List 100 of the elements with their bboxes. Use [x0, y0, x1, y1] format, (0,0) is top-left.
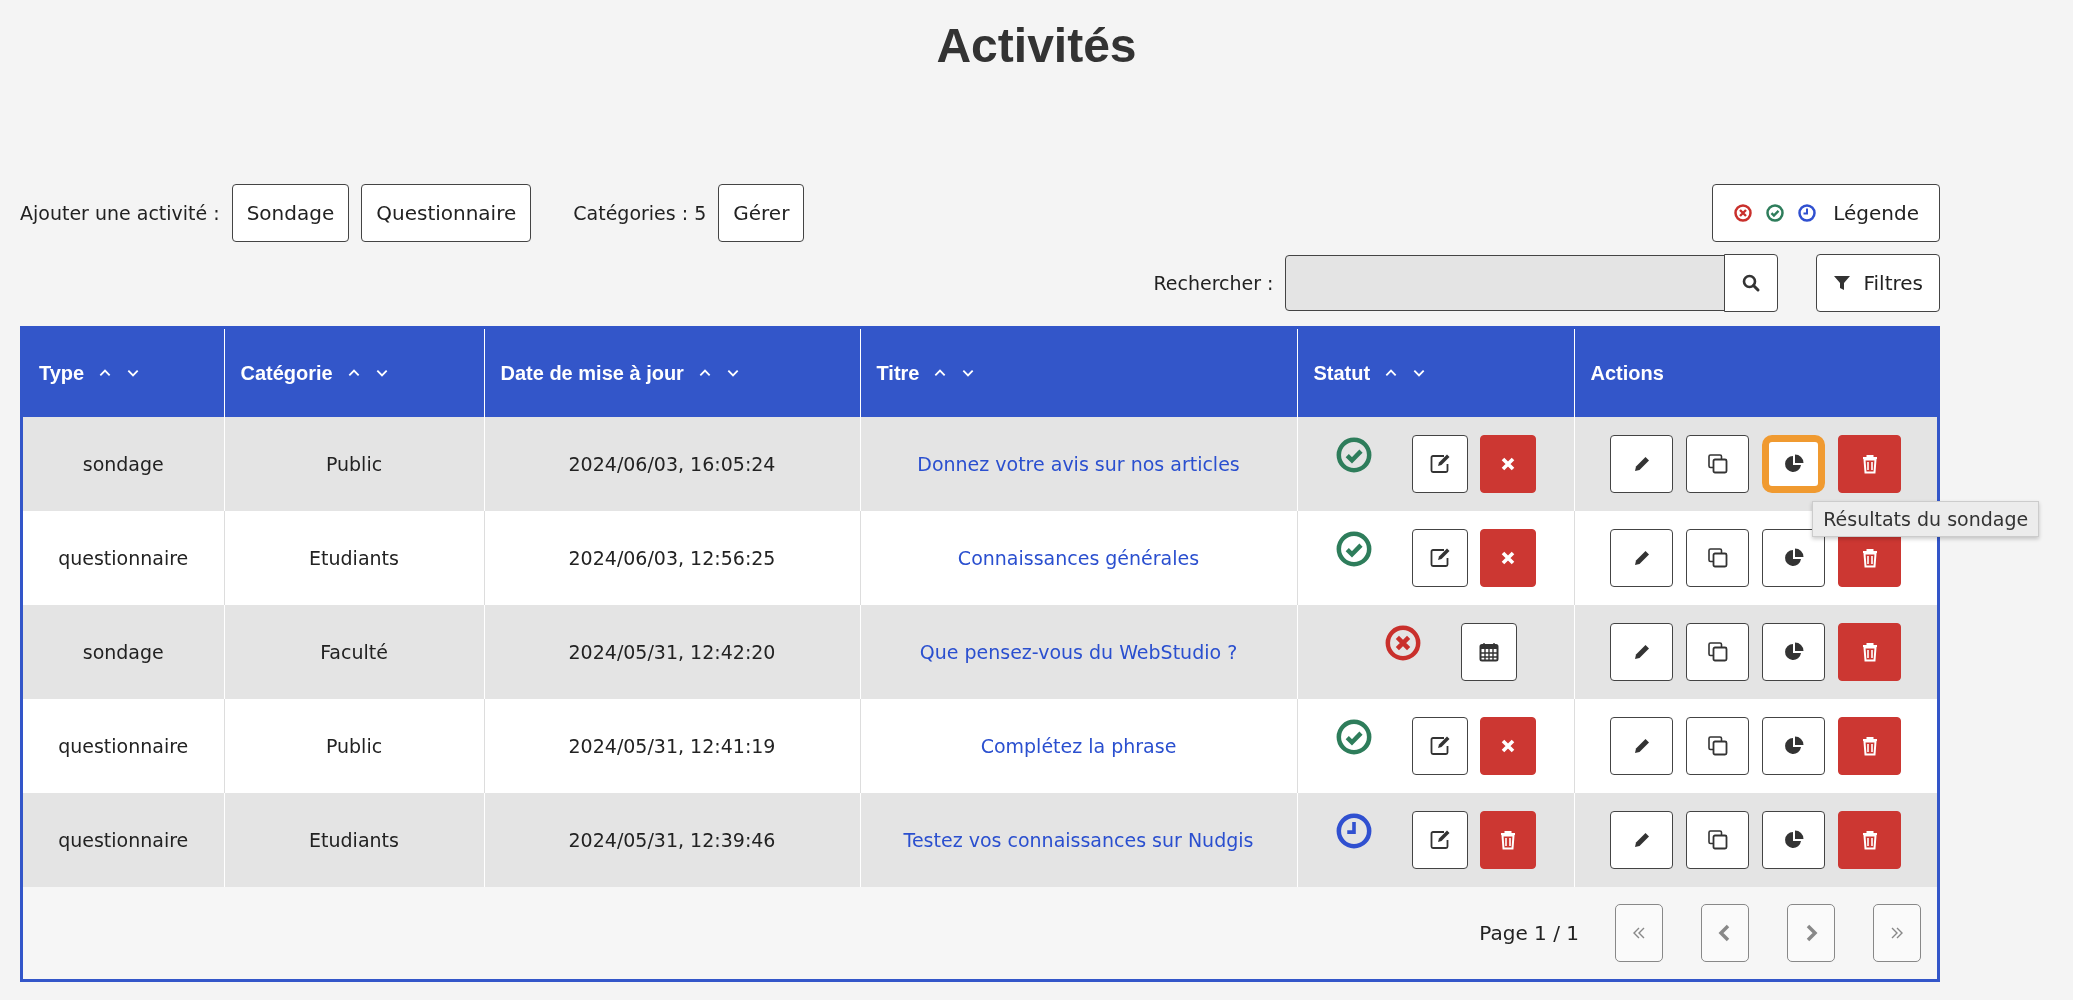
pie-chart-icon	[1782, 829, 1805, 851]
sort-ascending-icon[interactable]	[1384, 368, 1399, 378]
edit-button[interactable]	[1610, 811, 1674, 869]
sort-descending-icon[interactable]	[1412, 368, 1427, 378]
column-header[interactable]: Catégorie	[224, 329, 484, 417]
sort-descending-icon[interactable]	[126, 368, 141, 378]
next-page-button[interactable]	[1787, 904, 1835, 962]
check-circle-icon	[1765, 203, 1786, 223]
column-header[interactable]: Type	[23, 329, 224, 417]
add-activity-button[interactable]: Sondage	[231, 184, 350, 242]
check-circle-icon	[1335, 719, 1372, 755]
edit-button[interactable]	[1610, 529, 1674, 587]
copy-icon	[1706, 641, 1729, 663]
copy-button[interactable]	[1686, 623, 1750, 681]
cancel-button[interactable]	[1479, 529, 1536, 587]
sort-descending-icon[interactable]	[961, 368, 976, 378]
edit-icon	[1428, 453, 1451, 475]
column-header[interactable]: Statut	[1297, 329, 1574, 417]
calendar-icon	[1477, 641, 1500, 663]
copy-icon	[1706, 453, 1729, 475]
search-label: Rechercher :	[1153, 272, 1274, 294]
clock-icon	[1797, 203, 1818, 223]
search-icon	[1741, 273, 1762, 293]
search-field[interactable]	[1285, 255, 1726, 311]
activity-title-link[interactable]: Que pensez-vous du WebStudio ?	[919, 641, 1238, 663]
sort-descending-icon[interactable]	[374, 368, 389, 378]
edit-icon	[1428, 735, 1451, 757]
edit-icon	[1428, 547, 1451, 569]
sort-ascending-icon[interactable]	[346, 368, 361, 378]
table-cell: sondage	[82, 453, 164, 475]
pie-chart-icon	[1782, 735, 1805, 757]
delete-button[interactable]	[1479, 811, 1536, 869]
manage-button[interactable]: Gérer	[718, 184, 805, 242]
clock-icon	[1335, 813, 1372, 849]
tooltip: Résultats du sondage	[1812, 501, 2040, 537]
funnel-icon	[1833, 274, 1852, 292]
edit-button[interactable]	[1411, 435, 1468, 493]
table-cell: Public	[325, 735, 383, 757]
edit-button[interactable]	[1411, 811, 1468, 869]
pie-chart-icon	[1782, 641, 1805, 663]
activity-title-link[interactable]: Testez vos connaissances sur Nudgis	[903, 829, 1254, 851]
table-cell: questionnaire	[58, 735, 189, 757]
delete-button[interactable]	[1838, 623, 1902, 681]
cancel-button[interactable]	[1479, 435, 1536, 493]
edit-button[interactable]	[1610, 623, 1674, 681]
table-cell: questionnaire	[58, 829, 189, 851]
check-circle-icon	[1335, 531, 1372, 567]
results-button[interactable]	[1762, 811, 1826, 869]
add-activity-button[interactable]: Questionnaire	[361, 184, 532, 242]
results-button[interactable]	[1762, 717, 1826, 775]
legend-button[interactable]: Légende	[1712, 184, 1940, 242]
copy-button[interactable]	[1686, 811, 1750, 869]
first-page-button[interactable]	[1615, 904, 1663, 962]
table-cell: sondage	[82, 641, 164, 663]
edit-button[interactable]	[1411, 717, 1468, 775]
edit-button[interactable]	[1610, 717, 1674, 775]
table-cell: 2024/06/03, 16:05:24	[568, 453, 776, 475]
copy-button[interactable]	[1686, 717, 1750, 775]
results-button[interactable]	[1762, 529, 1826, 587]
sort-descending-icon[interactable]	[725, 368, 740, 378]
page-indicator: Page 1 / 1	[1479, 921, 1579, 945]
last-page-button[interactable]	[1873, 904, 1921, 962]
previous-page-button[interactable]	[1701, 904, 1749, 962]
table-cell: Etudiants	[309, 547, 399, 569]
activity-title-link[interactable]: Complétez la phrase	[980, 735, 1177, 757]
sort-ascending-icon[interactable]	[933, 368, 948, 378]
activity-title-link[interactable]: Donnez votre avis sur nos articles	[917, 453, 1240, 475]
edit-button[interactable]	[1610, 435, 1674, 493]
column-header[interactable]: Actions	[1574, 329, 1937, 417]
delete-button[interactable]	[1838, 435, 1902, 493]
results-button[interactable]	[1762, 623, 1826, 681]
copy-button[interactable]	[1686, 529, 1750, 587]
delete-button[interactable]	[1838, 717, 1902, 775]
table-cell: questionnaire	[58, 547, 189, 569]
check-circle-icon	[1335, 437, 1372, 473]
x-circle-icon	[1384, 625, 1421, 661]
column-header[interactable]: Titre	[860, 329, 1297, 417]
cancel-button[interactable]	[1479, 717, 1536, 775]
copy-button[interactable]	[1686, 435, 1750, 493]
pie-chart-icon	[1782, 453, 1805, 475]
table-cell: 2024/05/31, 12:42:20	[568, 641, 776, 663]
categories-count: Catégories : 5	[573, 202, 707, 224]
calendar-button[interactable]	[1460, 623, 1517, 681]
table-cell: 2024/06/03, 12:56:25	[568, 547, 776, 569]
table-cell: 2024/05/31, 12:39:46	[568, 829, 776, 851]
page-title: Activités	[935, 18, 1138, 74]
pie-chart-icon	[1782, 547, 1805, 569]
copy-icon	[1706, 547, 1729, 569]
sort-ascending-icon[interactable]	[697, 368, 712, 378]
sort-ascending-icon[interactable]	[98, 368, 113, 378]
edit-icon	[1428, 829, 1451, 851]
search-button[interactable]	[1724, 254, 1779, 312]
edit-button[interactable]	[1411, 529, 1468, 587]
results-button[interactable]	[1762, 435, 1826, 493]
table-cell: 2024/05/31, 12:41:19	[568, 735, 776, 757]
activity-title-link[interactable]: Connaissances générales	[957, 547, 1200, 569]
column-header[interactable]: Date de mise à jour	[484, 329, 860, 417]
filters-button[interactable]: Filtres	[1816, 254, 1940, 312]
x-circle-icon	[1733, 203, 1754, 223]
delete-button[interactable]	[1838, 811, 1902, 869]
